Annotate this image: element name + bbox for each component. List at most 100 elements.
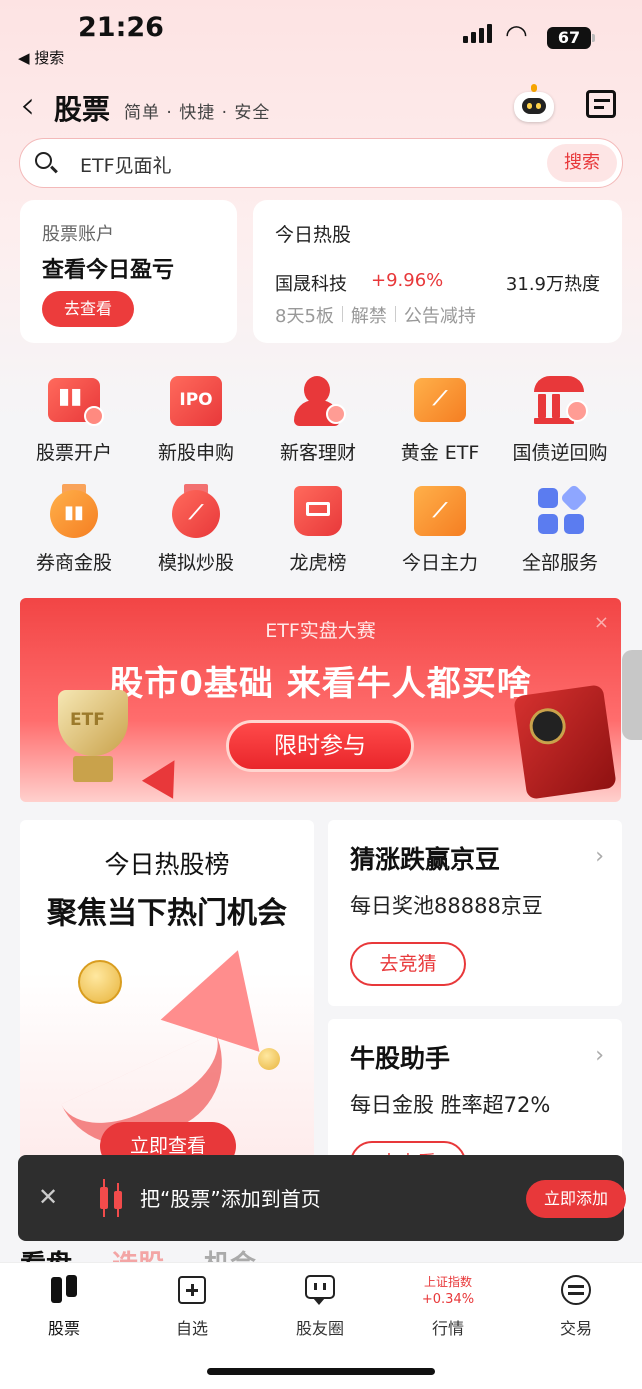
service-main-force-today[interactable]: ⟋ 今日主力 (380, 484, 500, 575)
tab-label: 交易 (559, 1319, 592, 1338)
calendar-trend-icon: ⟋ (412, 484, 468, 540)
page-subtitle: 简单 · 快捷 · 安全 (124, 103, 271, 123)
trophy-icon: ETF (38, 690, 148, 790)
service-label: 券商金股 (35, 552, 112, 574)
service-simulated-trading[interactable]: ⟋ 模拟炒股 (136, 484, 256, 575)
candlestick-icon (47, 1273, 81, 1307)
service-all-services[interactable]: 全部服务 (500, 483, 620, 575)
banner-subtitle: ETF实盘大赛 (265, 620, 376, 642)
banner-join-button[interactable]: 限时参与 (226, 720, 414, 772)
wifi-icon: ◠ (505, 20, 528, 50)
page-title: 股票 (54, 93, 111, 126)
search-button[interactable]: 搜索 (547, 144, 617, 182)
robot-assistant-icon[interactable] (512, 84, 556, 124)
tab-label: 自选 (175, 1319, 208, 1338)
bank-icon (532, 374, 588, 430)
crown-badge-icon (290, 484, 346, 540)
status-bar: 21:26 ◀ 搜索 ◠ 67 (0, 0, 642, 80)
back-arrow-icon[interactable]: ‹ (20, 86, 35, 124)
service-reverse-repo[interactable]: 国债逆回购 (500, 374, 620, 465)
index-change: +0.34% (421, 1292, 475, 1307)
hot-stock-title: 今日热股 (275, 224, 352, 246)
bull-title: 牛股助手 (350, 1044, 451, 1073)
back-to-search-link[interactable]: ◀ 搜索 (18, 47, 64, 68)
service-label: 股票开户 (35, 442, 112, 464)
add-box-icon (175, 1273, 209, 1307)
service-label: 全部服务 (521, 552, 598, 574)
page-header: ‹ 股票 简单 · 快捷 · 安全 (0, 80, 642, 132)
tab-trade[interactable]: 交易 (512, 1273, 640, 1339)
hot-stock-heat: 31.9万热度 (505, 274, 600, 295)
coin-icon (258, 1048, 280, 1070)
service-label: 龙虎榜 (289, 552, 347, 574)
service-label: 今日主力 (401, 552, 478, 574)
stock-account-card[interactable]: 股票账户 查看今日盈亏 去查看 (20, 200, 237, 343)
hot-stock-name[interactable]: 国晟科技 (275, 270, 347, 296)
hot-stock-change: +9.96% (371, 270, 444, 291)
service-ipo[interactable]: IPO 新股申购 (136, 374, 256, 465)
home-indicator[interactable] (207, 1368, 435, 1375)
phone-prize-image (513, 684, 617, 800)
candlestick-icon (96, 1179, 126, 1217)
guess-title: 猜涨跌赢京豆 (350, 845, 501, 874)
add-now-button[interactable]: 立即添加 (526, 1180, 626, 1218)
banner-close-icon[interactable]: × (594, 612, 609, 633)
account-label: 股票账户 (42, 224, 114, 245)
up-arrow-icon (141, 751, 191, 799)
tag: 公告减持 (403, 306, 476, 327)
ipo-calendar-icon: IPO (168, 374, 224, 430)
bull-desc: 每日金股 胜率超72% (350, 1093, 551, 1117)
tag: 解禁 (350, 306, 387, 327)
candlestick-plus-icon: ▮▮ (46, 374, 104, 430)
scroll-handle[interactable] (622, 650, 642, 740)
grid-icon (532, 483, 589, 540)
notes-menu-icon[interactable] (586, 90, 616, 118)
service-new-customer-finance[interactable]: 新客理财 (258, 374, 378, 465)
view-pnl-button[interactable]: 去查看 (42, 291, 134, 327)
hot-stock-tags: 8天5板 解禁 公告减持 (275, 302, 476, 328)
tab-market[interactable]: 上证指数 +0.34% 行情 (384, 1273, 512, 1339)
coin-icon (78, 960, 122, 1004)
tag: 8天5板 (275, 306, 334, 327)
chat-bubble-icon (303, 1273, 337, 1307)
tab-watchlist[interactable]: 自选 (128, 1273, 256, 1339)
hot-stock-card[interactable]: 今日热股 国晟科技 +9.96% 31.9万热度 8天5板 解禁 公告减持 (253, 200, 622, 343)
service-label: 新客理财 (279, 442, 356, 464)
trophy-text: ETF (70, 710, 105, 730)
medal-trend-icon: ⟋ (168, 484, 224, 540)
service-label: 黄金 ETF (400, 442, 480, 464)
toast-message: 把“股票”添加到首页 (140, 1187, 321, 1211)
tab-stocks[interactable]: 股票 (0, 1273, 128, 1339)
index-name: 上证指数 (423, 1275, 472, 1289)
chevron-right-icon: › (595, 1043, 604, 1068)
search-icon (35, 152, 58, 174)
medal-candle-icon: ▮▮ (46, 484, 102, 540)
service-open-account[interactable]: ▮▮ 股票开户 (14, 374, 134, 465)
service-broker-gold-stocks[interactable]: ▮▮ 券商金股 (14, 484, 134, 575)
guess-button[interactable]: 去竞猜 (350, 942, 466, 986)
guess-card[interactable]: 猜涨跌赢京豆 › 每日奖池88888京豆 去竞猜 (328, 820, 622, 1006)
exchange-icon (559, 1273, 593, 1307)
person-coin-icon (290, 374, 346, 430)
status-time: 21:26 (78, 12, 164, 43)
etf-contest-banner[interactable]: ETF实盘大赛 股市0基础 来看牛人都买啥 限时参与 × ETF (20, 598, 621, 802)
service-dragon-tiger-list[interactable]: 龙虎榜 (258, 484, 378, 575)
close-icon[interactable]: ✕ (38, 1183, 58, 1211)
hot-rank-card[interactable]: 今日热股榜 聚焦当下热门机会 立即查看 (20, 820, 314, 1200)
tab-label: 行情 (431, 1319, 464, 1338)
search-input[interactable]: ETF见面礼 (80, 151, 172, 178)
search-bar[interactable]: ETF见面礼 搜索 (19, 138, 623, 188)
service-label: 模拟炒股 (157, 552, 234, 574)
guess-desc: 每日奖池88888京豆 (350, 894, 543, 918)
index-ticker: 上证指数 +0.34% (384, 1273, 512, 1307)
service-label: 国债逆回购 (512, 442, 608, 464)
rising-arrow-icon (160, 934, 288, 1052)
service-gold-etf[interactable]: ⟋ 黄金 ETF (380, 374, 500, 465)
gold-chart-icon: ⟋ (412, 374, 468, 430)
add-to-home-toast: ✕ 把“股票”添加到首页 立即添加 (18, 1155, 626, 1241)
tab-label: 股票 (47, 1319, 80, 1338)
tab-community[interactable]: 股友圈 (256, 1273, 384, 1339)
account-title: 查看今日盈亏 (42, 258, 175, 283)
hot-rank-title: 今日热股榜 (104, 850, 230, 879)
service-label: 新股申购 (157, 442, 234, 464)
